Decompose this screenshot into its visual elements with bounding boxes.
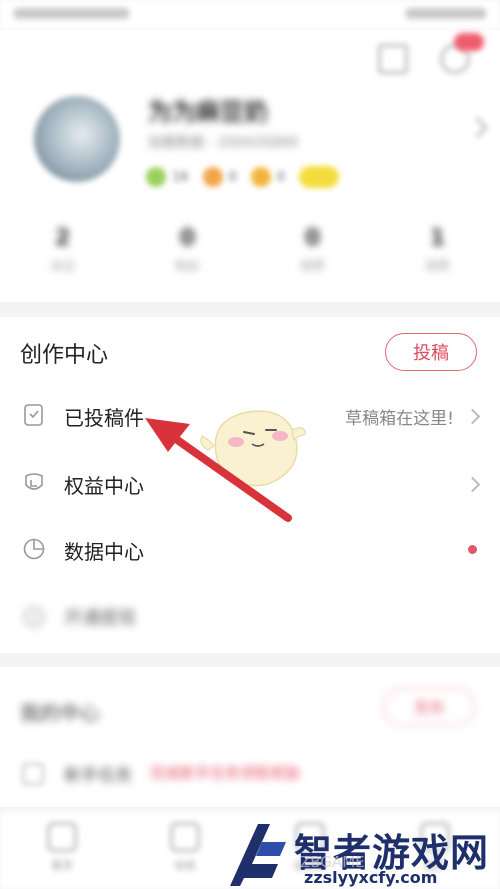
- count-number: 0: [179, 226, 196, 251]
- chip-value: 0: [228, 169, 237, 185]
- count-label: 关注: [50, 259, 75, 273]
- leaf-icon: [146, 167, 166, 187]
- chip-value: 16: [172, 169, 189, 185]
- pie-chart-icon: [23, 538, 45, 560]
- user-id: 加载数据 - 200435899: [148, 135, 299, 151]
- count-following[interactable]: 2 关注: [0, 226, 125, 274]
- notification-badge: [454, 33, 484, 51]
- username[interactable]: 为为麻豆奶: [148, 92, 268, 127]
- nav-dynamics[interactable]: 动态: [155, 822, 215, 873]
- stat-chip: 0: [250, 167, 286, 187]
- count-label: 获赞: [425, 259, 450, 273]
- count-other[interactable]: 1 获赞: [375, 226, 500, 274]
- nav-label: 首页: [51, 859, 73, 872]
- mascot-sticker: [200, 410, 306, 487]
- status-bar: [0, 0, 500, 30]
- stat-chip: 0: [202, 167, 237, 187]
- coin-icon: [250, 167, 271, 187]
- stat-chip: 16: [146, 167, 189, 187]
- card-title: 我的中心: [20, 701, 100, 725]
- nav-label: 动态: [174, 859, 196, 872]
- task-row-highlight: 完成新手任务领取奖励: [150, 764, 301, 782]
- unread-dot: [468, 545, 477, 554]
- info-icon: [23, 606, 45, 628]
- level-badge: [299, 166, 340, 188]
- count-likes[interactable]: 0 获赞: [250, 226, 375, 274]
- task-row-label[interactable]: 新手任务: [64, 761, 132, 786]
- count-label: 粉丝: [175, 259, 200, 273]
- document-icon: [24, 404, 43, 426]
- menu-item-label: 已投稿件: [64, 406, 144, 430]
- rights-icon: [25, 473, 43, 490]
- profile-header: 为为麻豆奶 加载数据 - 200435899 16 0 0 2 关注 0 粉丝 …: [0, 30, 500, 302]
- menu-item-label: 数据中心: [64, 540, 144, 564]
- count-number: 1: [429, 226, 446, 251]
- chevron-right-icon: [464, 408, 481, 425]
- count-number: 0: [304, 226, 321, 251]
- count-fans[interactable]: 0 粉丝: [125, 226, 250, 274]
- task-center-card: 我的中心 签到 新手任务 完成新手任务领取奖励: [0, 667, 500, 807]
- user-stats-chips: 16 0 0: [146, 166, 340, 188]
- chevron-right-icon: [464, 476, 481, 493]
- count-number: 2: [54, 226, 71, 251]
- drafts-hint: 草稿箱在这里!: [345, 409, 454, 429]
- nav-home[interactable]: 首页: [32, 822, 92, 873]
- scan-icon[interactable]: [378, 44, 408, 74]
- post-button[interactable]: 投稿: [385, 333, 477, 371]
- avatar[interactable]: [34, 96, 120, 182]
- count-label: 获赞: [300, 259, 325, 273]
- menu-item-label: 开通提现: [64, 608, 136, 629]
- carrot-icon: [202, 167, 223, 187]
- watermark-logo-icon: [230, 824, 286, 886]
- menu-item-withdraw[interactable]: 开通提现: [0, 585, 500, 651]
- chip-value: 0: [276, 169, 286, 185]
- status-carrier-text: [14, 8, 129, 19]
- menu-item-label: 权益中心: [64, 474, 144, 498]
- dynamics-icon: [170, 822, 200, 852]
- profile-counts: 2 关注 0 粉丝 0 获赞 1 获赞: [0, 226, 500, 274]
- menu-item-data[interactable]: 数据中心: [0, 517, 500, 583]
- checkin-button[interactable]: 签到: [383, 688, 475, 726]
- home-icon: [47, 822, 77, 852]
- task-icon: [22, 763, 44, 785]
- chevron-right-icon[interactable]: [466, 116, 489, 139]
- watermark-ghost-text: ZBGAME: [300, 853, 365, 871]
- card-title: 创作中心: [20, 343, 109, 368]
- status-icons: [406, 8, 486, 19]
